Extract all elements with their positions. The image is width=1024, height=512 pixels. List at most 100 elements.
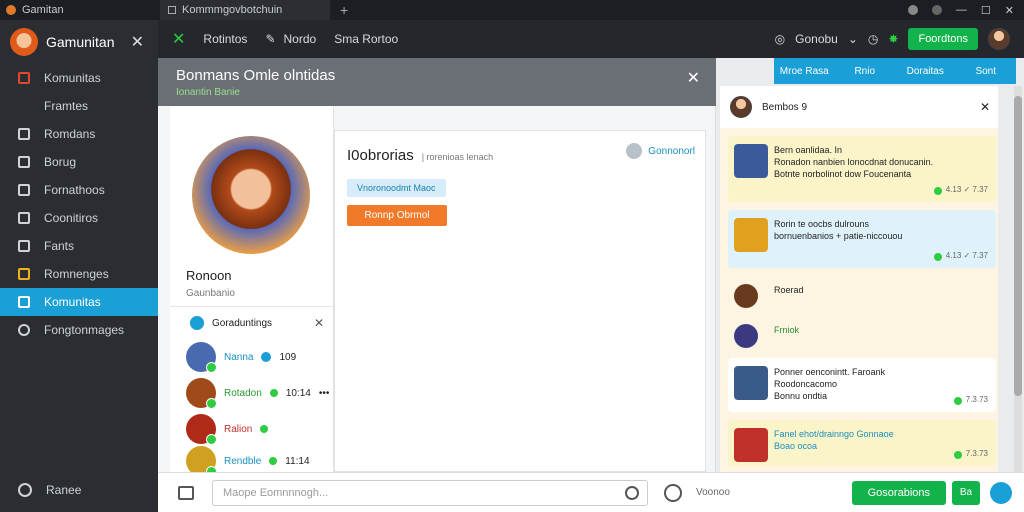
book-icon — [18, 128, 30, 140]
input-placeholder: Maope Eomnnnogh... — [223, 486, 329, 499]
new-tab-icon[interactable]: + — [340, 2, 348, 18]
account-dropdown[interactable]: Gonobu — [795, 32, 838, 46]
maximize-icon[interactable]: ☐ — [981, 4, 991, 17]
profile-subtitle: Gaunbanio — [186, 288, 235, 299]
action-button[interactable]: Foordtons — [908, 28, 978, 50]
info-chip: Vnoronoodmt Maoc — [347, 179, 446, 197]
sidebar-item-label: Romnenges — [44, 267, 109, 281]
send-button[interactable]: Gosorabions — [851, 480, 946, 505]
contact-name: Ralion — [224, 423, 253, 435]
sidebar-item-komunitas[interactable]: Komunitas — [0, 64, 158, 92]
contact-name: Nanna — [224, 351, 254, 363]
message-input[interactable]: Maope Eomnnnogh... — [212, 479, 648, 506]
gear-icon[interactable]: ✸ — [888, 32, 898, 46]
note-icon — [18, 268, 30, 280]
settings-icon[interactable] — [907, 5, 918, 15]
sidebar-brand: Gamunitan ✕ — [0, 20, 158, 64]
sidebar-item-romnenges[interactable]: Romnenges — [0, 260, 158, 288]
close-window-icon[interactable]: ✕ — [1005, 4, 1014, 17]
header-item-3[interactable]: Sma Rortoo — [334, 32, 398, 46]
sidebar-item-fornathoos[interactable]: Fornathoos — [0, 176, 158, 204]
browser-tab[interactable]: Kommmgovbotchuin — [160, 0, 330, 20]
contact-name: Rendble — [224, 455, 262, 467]
contact-item[interactable]: Ralion — [186, 414, 276, 445]
main-content: Ronoon Gaunbanio Goraduntings ✕ Nanna 109… — [158, 106, 716, 477]
close-sidebar-icon[interactable]: ✕ — [131, 32, 144, 52]
sidebar-item-romdans[interactable]: Romdans — [0, 120, 158, 148]
sidebar-item-framtes[interactable]: Framtes — [0, 92, 158, 120]
message-avatar — [734, 428, 768, 462]
verified-icon — [261, 352, 272, 362]
message-meta: 4.13 ✓ 7.37 — [933, 251, 988, 262]
user-avatar[interactable] — [988, 28, 1010, 50]
search-icon[interactable]: ◎ — [775, 32, 785, 46]
read-icon — [933, 252, 942, 261]
tab-title: Kommmgovbotchuin — [182, 4, 283, 16]
chat-message: Rorin te oocbs dulrouns bornuenbanios + … — [728, 210, 996, 268]
message-time: 4.13 ✓ 7.37 — [945, 185, 988, 195]
primary-button[interactable]: Ronnp Obrmol — [347, 205, 447, 226]
contact-avatar — [186, 414, 217, 445]
editor-card: I0obrorias | rorenioas lenach Gonnonorl V… — [334, 130, 706, 472]
message-time: 7.3.73 — [965, 449, 988, 459]
sidebar-item-label: Romdans — [44, 127, 96, 141]
read-icon — [953, 396, 962, 405]
tab-3[interactable]: Doraitas — [895, 66, 956, 77]
chat-message: Frniok — [728, 316, 996, 348]
header-item-2[interactable]: ✎ Nordo — [265, 32, 316, 46]
editor-title-text: I0obrorias — [347, 147, 414, 164]
sidebar-item-coonitiros[interactable]: Coonitiros — [0, 204, 158, 232]
editor-title-sub: | rorenioas lenach — [421, 152, 494, 162]
app-icon — [6, 5, 16, 15]
message-text: Fanel ehot/drainngo Gonnaoe Boao ocoa — [774, 429, 894, 452]
tab-4[interactable]: Sont — [956, 66, 1017, 77]
minimize-icon[interactable]: — — [956, 4, 967, 16]
close-green-icon[interactable]: ✕ — [172, 29, 185, 49]
sidebar-item-fongtonmages[interactable]: Fongtonmages — [0, 316, 158, 344]
question-icon — [626, 143, 643, 159]
secondary-send-button[interactable]: Ba — [952, 480, 980, 505]
chat-panel: Bembos 9 ✕ Bern oanlidaa. In Ronadon nan… — [720, 86, 998, 472]
app-label: Gamitan — [0, 4, 160, 16]
chat-scrollbar[interactable] — [1014, 86, 1022, 472]
leaf-icon — [18, 72, 30, 84]
sidebar-item-fants[interactable]: Fants — [0, 232, 158, 260]
help-button[interactable] — [990, 481, 1012, 504]
message-avatar — [734, 144, 768, 178]
sidebar-item-label: Fornathoos — [44, 183, 105, 197]
clock-icon[interactable] — [625, 485, 639, 500]
chat-avatar — [730, 96, 752, 118]
scroll-thumb[interactable] — [1014, 96, 1022, 396]
profile-avatar — [192, 136, 310, 254]
contact-meta: 11:14 — [285, 455, 310, 467]
message-time: 7.3.73 — [965, 395, 988, 405]
close-icon[interactable]: ✕ — [980, 100, 990, 114]
tab-1[interactable]: Mroe Rasa — [774, 66, 835, 77]
close-icon[interactable]: ✕ — [687, 68, 700, 88]
connect-link[interactable]: Gonnonorl — [626, 143, 695, 159]
close-icon[interactable]: ✕ — [314, 316, 324, 330]
message-text: Bern oanlidaa. In Ronadon nanbien lonocd… — [774, 145, 934, 180]
contact-avatar — [186, 378, 217, 409]
header-item-1[interactable]: Rotintos — [203, 32, 247, 46]
header-item-label: Sma Rortoo — [334, 32, 399, 46]
contacts-title: Goraduntings — [212, 317, 273, 329]
tab-2[interactable]: Rnio — [835, 66, 896, 77]
sidebar-footer[interactable]: Ranee — [0, 476, 158, 504]
contact-name: Rotadon — [224, 387, 262, 399]
brand-name: Gamunitan — [46, 34, 115, 50]
panel-subtitle: Ionantin Banie — [176, 86, 240, 98]
clock-icon[interactable]: ◷ — [868, 32, 878, 46]
contact-item[interactable]: Rotadon 10:14 ••• — [186, 378, 330, 409]
notification-icon[interactable] — [931, 5, 942, 15]
more-icon[interactable]: ••• — [319, 388, 330, 399]
attach-icon[interactable] — [178, 485, 194, 500]
window-titlebar: Gamitan Kommmgovbotchuin + — ☐ ✕ — [0, 0, 1024, 20]
sidebar-item-borug[interactable]: Borug — [0, 148, 158, 176]
emoji-icon[interactable] — [664, 483, 682, 502]
message-meta: 7.3.73 — [953, 449, 988, 460]
contact-item[interactable]: Nanna 109 — [186, 342, 296, 373]
sidebar-item-komunitas-active[interactable]: Komunitas — [0, 288, 158, 316]
chevron-down-icon[interactable]: ⌄ — [848, 32, 858, 46]
message-meta: 4.13 ✓ 7.37 — [933, 185, 988, 196]
